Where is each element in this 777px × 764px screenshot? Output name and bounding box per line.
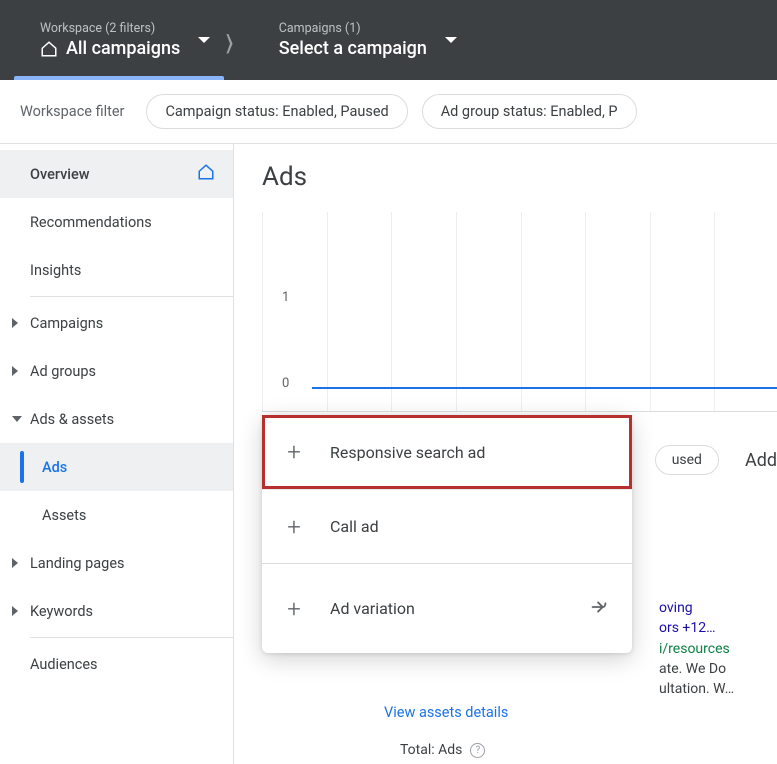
add-filter-label[interactable]: Add: [745, 450, 777, 471]
menu-item-ad-variation[interactable]: + Ad variation: [262, 563, 632, 653]
breadcrumb-campaigns[interactable]: Campaigns (1) Select a campaign: [259, 21, 447, 59]
chevron-down-icon: [445, 37, 457, 43]
sidebar-sub-label: Ads: [42, 459, 67, 476]
filter-bar: Workspace filter Campaign status: Enable…: [0, 80, 777, 144]
ads-chart: 1 0 Apr 1, 2022: [262, 212, 777, 412]
home-icon: [40, 40, 58, 58]
breadcrumb-workspace-top: Workspace (2 filters): [40, 21, 180, 36]
create-ad-menu: + Responsive search ad + Call ad + Ad va…: [262, 415, 632, 653]
menu-item-responsive-search-ad[interactable]: + Responsive search ad: [262, 415, 632, 489]
plus-icon: +: [284, 595, 304, 623]
sidebar-sub-assets[interactable]: Assets: [0, 491, 233, 539]
caret-down-icon: [12, 416, 22, 422]
caret-right-icon: [12, 366, 18, 376]
filter-label: Workspace filter: [20, 103, 124, 120]
sidebar-divider: [30, 296, 233, 297]
breadcrumb-divider-icon: ›: [225, 10, 233, 69]
ad-url-fragment: i/resources: [659, 639, 777, 659]
breadcrumb-campaigns-label: Select a campaign: [279, 38, 427, 59]
sidebar-item-label: Keywords: [30, 603, 93, 620]
ad-headline-fragment: ors +12…: [659, 618, 777, 638]
chart-grid: [262, 212, 777, 411]
sidebar-item-label: Ad groups: [30, 363, 96, 380]
sidebar-item-label: Insights: [30, 262, 81, 279]
filter-chip-adgroup-status[interactable]: Ad group status: Enabled, P: [422, 94, 637, 129]
ad-preview-snippet: oving ors +12… i/resources ate. We Do ul…: [659, 598, 777, 699]
page-title: Ads: [262, 162, 777, 192]
caret-right-icon: [12, 606, 18, 616]
help-icon[interactable]: ?: [470, 743, 485, 758]
plus-icon: +: [284, 513, 304, 541]
sidebar: Overview Recommendations Insights Campai…: [0, 144, 234, 764]
sidebar-item-insights[interactable]: Insights: [0, 246, 233, 294]
sidebar-item-label: Overview: [30, 166, 90, 183]
chevron-down-icon: [198, 37, 210, 43]
sidebar-item-label: Recommendations: [30, 214, 152, 231]
sidebar-item-label: Campaigns: [30, 315, 103, 332]
sidebar-item-overview[interactable]: Overview: [0, 150, 233, 198]
menu-item-call-ad[interactable]: + Call ad: [262, 489, 632, 563]
menu-item-label: Ad variation: [330, 599, 415, 618]
sidebar-item-keywords[interactable]: Keywords: [0, 587, 233, 635]
breadcrumb-campaigns-top: Campaigns (1): [279, 21, 427, 36]
sidebar-item-ads-assets[interactable]: Ads & assets: [0, 395, 233, 443]
total-ads-row: Total: Ads ?: [400, 742, 485, 758]
sidebar-item-campaigns[interactable]: Campaigns: [0, 299, 233, 347]
breadcrumb-workspace-label: All campaigns: [66, 38, 180, 59]
caret-right-icon: [12, 558, 18, 568]
filter-chip-campaign-status[interactable]: Campaign status: Enabled, Paused: [146, 94, 407, 129]
external-arrow-icon: [588, 596, 610, 622]
sidebar-item-audiences[interactable]: Audiences: [0, 640, 233, 688]
menu-item-label: Call ad: [330, 517, 379, 536]
caret-right-icon: [12, 318, 18, 328]
ad-desc-fragment: ultation. W…: [659, 679, 777, 699]
chart-series-line: [312, 387, 777, 389]
menu-item-label: Responsive search ad: [330, 443, 485, 462]
active-tab-underline: [14, 76, 224, 80]
ad-headline-fragment: oving: [659, 598, 777, 618]
ad-desc-fragment: ate. We Do: [659, 659, 777, 679]
total-label: Total: Ads: [400, 742, 462, 758]
sidebar-divider: [30, 637, 233, 638]
sidebar-item-recommendations[interactable]: Recommendations: [0, 198, 233, 246]
plus-icon: +: [284, 438, 304, 466]
status-pill[interactable]: used: [655, 445, 719, 475]
top-header: Workspace (2 filters) All campaigns › Ca…: [0, 0, 777, 80]
sidebar-item-label: Audiences: [30, 656, 98, 673]
sidebar-sub-ads[interactable]: Ads: [0, 443, 233, 491]
chart-ytick-1: 1: [282, 290, 289, 305]
chart-ytick-0: 0: [282, 376, 289, 391]
view-assets-details-link[interactable]: View assets details: [384, 704, 508, 721]
breadcrumb-workspace[interactable]: Workspace (2 filters) All campaigns: [20, 21, 200, 59]
sidebar-sub-label: Assets: [42, 507, 86, 524]
right-controls: used Add: [655, 445, 777, 475]
sidebar-item-label: Ads & assets: [30, 411, 114, 428]
home-icon: [197, 163, 215, 185]
sidebar-item-ad-groups[interactable]: Ad groups: [0, 347, 233, 395]
sidebar-item-label: Landing pages: [30, 555, 125, 572]
sidebar-item-landing-pages[interactable]: Landing pages: [0, 539, 233, 587]
